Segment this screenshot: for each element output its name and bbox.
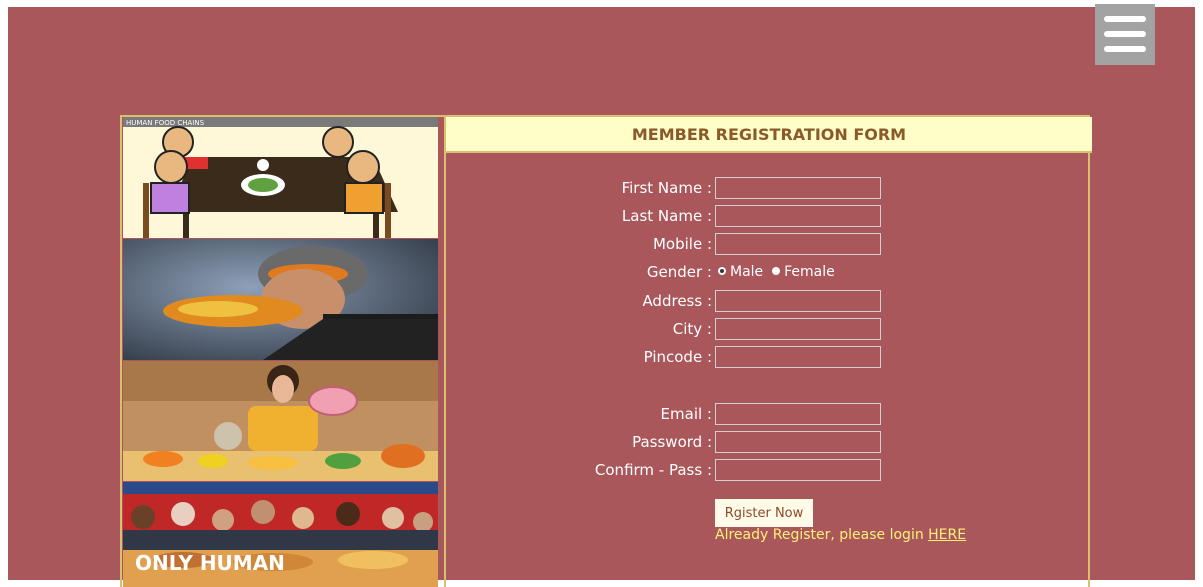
page-background: HUMAN FOOD CHAINS ONLY HUMAN MEMBER REGI…: [8, 4, 1195, 587]
first-name-label: First Name :: [621, 179, 712, 197]
password-label: Password :: [632, 433, 712, 451]
email-label: Email :: [660, 405, 712, 423]
login-prompt: Already Register, please login HERE: [715, 527, 966, 543]
woman-brain-food-image: [123, 361, 438, 481]
only-human-text: ONLY HUMAN: [135, 551, 285, 575]
login-prompt-text: Already Register, please login: [715, 527, 924, 543]
confirm-pass-label: Confirm - Pass :: [594, 461, 712, 479]
register-now-button[interactable]: Rgister Now: [715, 499, 813, 527]
female-label: Female: [784, 264, 835, 280]
form-title: MEMBER REGISTRATION FORM: [446, 117, 1092, 153]
email-input[interactable]: [715, 403, 881, 425]
address-label: Address :: [642, 292, 712, 310]
cartoon-food-chain-image: HUMAN FOOD CHAINS: [123, 117, 438, 238]
male-label: Male: [730, 264, 764, 280]
mobile-input[interactable]: [715, 233, 881, 255]
gender-label: Gender :: [646, 263, 712, 281]
gender-row: Gender : Male Female: [446, 261, 1092, 283]
male-radio[interactable]: [718, 267, 726, 275]
first-name-row: First Name :: [446, 177, 1092, 199]
last-name-row: Last Name :: [446, 205, 1092, 227]
password-input[interactable]: [715, 431, 881, 453]
city-label: City :: [672, 320, 712, 338]
man-eating-image: [123, 239, 438, 360]
city-input[interactable]: [715, 318, 881, 340]
last-name-label: Last Name :: [621, 207, 712, 225]
registration-container: HUMAN FOOD CHAINS ONLY HUMAN MEMBER REGI…: [120, 115, 1092, 587]
registration-form: MEMBER REGISTRATION FORM First Name : La…: [444, 117, 1092, 587]
image-gallery: HUMAN FOOD CHAINS ONLY HUMAN: [122, 117, 439, 587]
mobile-row: Mobile :: [446, 233, 1092, 255]
confirm-pass-row: Confirm - Pass :: [446, 459, 1092, 481]
female-radio[interactable]: [772, 267, 781, 275]
pincode-row: Pincode :: [446, 346, 1092, 368]
address-input[interactable]: [715, 290, 881, 312]
login-here-link[interactable]: HERE: [928, 527, 966, 543]
pincode-input[interactable]: [715, 346, 881, 368]
gender-options: Male Female: [718, 261, 835, 283]
address-row: Address :: [446, 290, 1092, 312]
last-name-input[interactable]: [715, 205, 881, 227]
confirm-pass-input[interactable]: [715, 459, 881, 481]
mobile-label: Mobile :: [652, 235, 712, 253]
pincode-label: Pincode :: [643, 348, 712, 366]
email-row: Email :: [446, 403, 1092, 425]
hamburger-menu-button[interactable]: [1095, 4, 1155, 65]
image1-caption: HUMAN FOOD CHAINS: [126, 119, 205, 127]
password-row: Password :: [446, 431, 1092, 453]
city-row: City :: [446, 318, 1092, 340]
first-name-input[interactable]: [715, 177, 881, 199]
only-human-poster-image: ONLY HUMAN: [123, 482, 438, 587]
